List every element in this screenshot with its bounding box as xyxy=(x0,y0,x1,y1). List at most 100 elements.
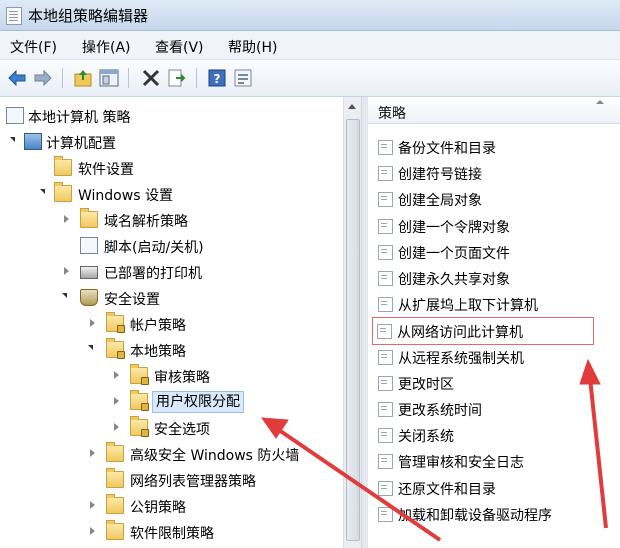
secure-folder-icon xyxy=(130,416,149,437)
menu-action[interactable]: 操作(A) xyxy=(82,37,131,57)
policy-item-icon xyxy=(378,244,393,260)
collapsed-arrow-icon[interactable] xyxy=(90,501,95,509)
policy-item-label: 创建全局对象 xyxy=(398,193,482,210)
collapsed-arrow-icon[interactable] xyxy=(114,423,119,431)
expand-arrow-icon[interactable] xyxy=(40,189,45,194)
policy-item-label: 加载和卸载设备驱动程序 xyxy=(398,507,552,524)
policy-item-icon xyxy=(378,166,393,182)
back-arrow-icon[interactable] xyxy=(6,67,28,89)
expand-arrow-icon[interactable] xyxy=(88,345,93,350)
secure-folder-icon xyxy=(106,338,125,359)
expand-arrow-icon[interactable] xyxy=(62,293,67,298)
tree-scrollbar[interactable] xyxy=(343,97,361,548)
collapsed-arrow-icon[interactable] xyxy=(90,449,95,457)
export-icon[interactable] xyxy=(166,67,188,89)
policy-item-icon xyxy=(378,428,393,444)
policy-list-item[interactable]: 更改系统时间 xyxy=(374,396,614,422)
policy-item-label: 创建符号链接 xyxy=(398,167,482,184)
policy-item-label: 备份文件和目录 xyxy=(398,141,496,157)
policy-list-item[interactable]: 关闭系统 xyxy=(374,422,614,448)
policy-list-item[interactable]: 从扩展坞上取下计算机 xyxy=(374,291,614,317)
policy-item-label: 还原文件和目录 xyxy=(398,481,496,498)
folder-icon xyxy=(106,468,124,488)
policy-item-label: 创建永久共享对象 xyxy=(398,272,510,288)
toolbar-separator xyxy=(128,68,129,88)
toolbar-separator xyxy=(196,68,197,88)
policy-list-pane: 策略 备份文件和目录 创建符号链接 创建全局对象创建一个令牌对象 创建一个页面文件 创建… xyxy=(368,97,620,548)
toolbar: ? xyxy=(0,60,620,97)
help-icon[interactable]: ? xyxy=(206,67,228,89)
policy-list-item[interactable]: 更改时区 xyxy=(374,370,614,396)
security-icon xyxy=(80,289,98,306)
svg-text:?: ? xyxy=(214,72,221,86)
policy-item-label: 创建一个令牌对象 xyxy=(398,219,510,236)
policy-list-item[interactable]: 创建一个页面文件 xyxy=(374,239,614,265)
folder-icon xyxy=(54,182,72,202)
folder-icon xyxy=(106,494,124,514)
policy-editor-icon xyxy=(6,7,22,25)
policy-item-label: 从网络访问此计算机 xyxy=(397,325,523,342)
policy-list-item[interactable]: 加载和卸载设备驱动程序 xyxy=(374,501,614,527)
secure-folder-icon xyxy=(130,364,149,385)
policy-item-label: 从扩展坞上取下计算机 xyxy=(398,298,538,315)
policy-item-icon xyxy=(378,480,393,496)
policy-list-item[interactable]: 备份文件和目录 xyxy=(374,134,614,160)
sort-arrow-icon xyxy=(596,100,604,104)
script-icon xyxy=(80,237,98,254)
menu-help[interactable]: 帮助(H) xyxy=(228,37,277,57)
menu-file[interactable]: 文件(F) xyxy=(10,37,57,57)
policy-list-item[interactable]: 从网络访问此计算机 xyxy=(372,317,594,346)
column-header-label: 策略 xyxy=(378,106,406,122)
policy-list-item[interactable]: 从远程系统强制关机 xyxy=(374,344,614,370)
policy-list-item[interactable]: 创建符号链接 xyxy=(374,160,614,186)
toolbar-separator xyxy=(62,68,63,88)
printer-icon xyxy=(80,266,98,279)
policy-list-item[interactable]: 管理审核和安全日志 xyxy=(374,448,614,474)
menu-bar: 文件(F) 操作(A) 查看(V) 帮助(H) xyxy=(0,31,620,60)
policy-list-item[interactable]: 创建永久共享对象 xyxy=(374,265,614,291)
policy-list-item[interactable]: 创建全局对象 xyxy=(374,186,614,212)
policy-item-icon xyxy=(378,140,393,155)
folder-icon xyxy=(106,520,124,540)
collapsed-arrow-icon[interactable] xyxy=(114,371,119,379)
policy-item-icon xyxy=(378,506,393,522)
policy-item-icon xyxy=(378,297,393,313)
collapsed-arrow-icon[interactable] xyxy=(114,397,119,405)
collapsed-arrow-icon[interactable] xyxy=(90,319,95,327)
policy-item-icon xyxy=(378,402,393,417)
title-bar: 本地组策略编辑器 xyxy=(0,0,620,31)
computer-icon xyxy=(24,133,42,150)
show-hide-tree-icon[interactable] xyxy=(98,67,120,89)
collapsed-arrow-icon[interactable] xyxy=(64,215,69,223)
policy-item-icon xyxy=(378,271,393,286)
policy-item-icon xyxy=(378,192,393,208)
forward-arrow-icon[interactable] xyxy=(32,67,54,89)
scroll-up-arrow-icon[interactable] xyxy=(348,104,356,109)
policy-doc-icon xyxy=(6,107,24,124)
properties-icon[interactable] xyxy=(232,67,254,89)
delete-icon[interactable] xyxy=(140,67,162,89)
up-folder-icon[interactable] xyxy=(72,67,94,89)
policy-item-icon xyxy=(378,454,393,470)
secure-folder-icon xyxy=(106,312,125,333)
policy-item-label: 管理审核和安全日志 xyxy=(398,455,524,472)
menu-view[interactable]: 查看(V) xyxy=(155,37,204,57)
collapsed-arrow-icon[interactable] xyxy=(90,527,95,535)
folder-icon xyxy=(80,208,98,228)
collapsed-arrow-icon[interactable] xyxy=(64,267,69,275)
policy-item-icon xyxy=(378,349,393,365)
window-title: 本地组策略编辑器 xyxy=(28,7,149,25)
folder-icon xyxy=(54,156,72,176)
policy-list-item[interactable]: 创建一个令牌对象 xyxy=(374,213,614,239)
policy-item-label: 创建一个页面文件 xyxy=(398,245,510,262)
policy-item-label: 更改时区 xyxy=(398,376,454,393)
policy-list-item[interactable]: 还原文件和目录 xyxy=(374,475,614,501)
folder-icon xyxy=(106,442,124,462)
scrollbar-thumb[interactable] xyxy=(346,119,360,541)
console-tree: 本地计算机 策略 计算机配置 软件设置 Windows 设置 域名解析策略 脚本… xyxy=(0,97,343,548)
policy-column-header[interactable]: 策略 xyxy=(368,97,620,124)
policy-item-icon xyxy=(377,324,392,340)
secure-folder-icon xyxy=(130,390,149,411)
expand-arrow-icon[interactable] xyxy=(10,137,15,142)
policy-item-icon xyxy=(378,218,393,234)
